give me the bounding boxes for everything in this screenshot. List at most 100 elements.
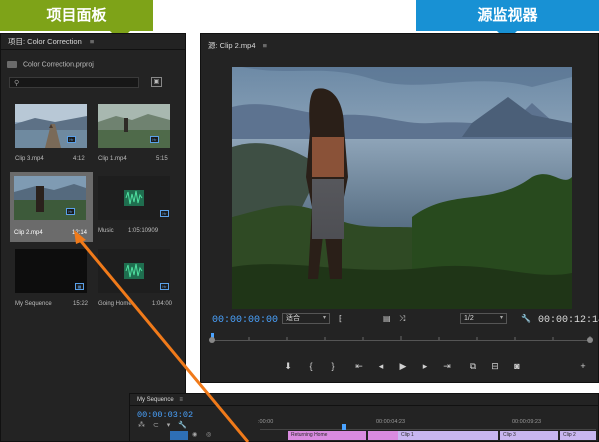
timeline-clip-clip-1[interactable]: Clip 1 (398, 431, 498, 440)
going-home-thumbnail: Hr (98, 249, 170, 293)
marker-region-icon[interactable]: ⁅ (339, 314, 342, 323)
scrub-track (211, 340, 591, 341)
panel-menu-icon[interactable]: ≡ (263, 41, 267, 50)
clip-1-thumbnail: Hr (98, 104, 170, 148)
clip-thumbnail-clip-2[interactable]: Hr Clip 2.mp4 12:14 (10, 172, 93, 242)
going-home-media-badge: Hr (160, 283, 169, 290)
insert-edit-icon[interactable]: ⤨ (399, 314, 405, 324)
out-point-handle[interactable] (587, 337, 593, 343)
new-bin-icon[interactable]: ▣ (151, 77, 162, 87)
my-sequence-duration: 15:22 (73, 301, 89, 307)
timeline-tools: ⁂ ⊂ ▾ 🔧 (138, 421, 187, 429)
clip-thumbnail-going-home[interactable]: Hr Going Home 1:04:00 (98, 249, 178, 311)
chevron-down-icon: ▾ (499, 315, 503, 321)
project-panel: 项目: Color Correction ≡ Color Correction.… (0, 33, 186, 442)
clip-3-name: Clip 3.mp4 (15, 156, 44, 162)
clip-2-media-badge: Hr (66, 208, 75, 215)
clip-thumbnail-music[interactable]: Hr Music 1:05:10909 (98, 176, 178, 238)
panel-menu-icon[interactable]: ≡ (179, 397, 183, 403)
eye-icon[interactable]: ◎ (206, 431, 211, 438)
timeline-timecode[interactable]: 00:00:03:02 (137, 410, 193, 420)
chevron-down-icon: ▾ (322, 315, 326, 321)
go-to-out-icon[interactable]: ⇥ (441, 360, 453, 372)
timeline-title: My Sequence (137, 397, 174, 403)
source-monitor-banner: 源监视器 (416, 0, 599, 41)
track-controls: ◉ ◎ (138, 431, 258, 440)
linked-selection-icon[interactable]: ⊂ (153, 422, 159, 429)
clip-3-thumbnail: Hr (15, 104, 87, 148)
source-monitor-panel: 源: Clip 2.mp4 ≡ 00:00:00:00 适合 ▾ ⁅ ▤ ⤨ 1… (200, 33, 599, 383)
add-marker-icon[interactable]: ▾ (167, 422, 171, 429)
project-panel-banner: 项目面板 (0, 0, 153, 41)
project-panel-title: 项目: Color Correction (8, 37, 82, 46)
project-panel-header: 项目: Color Correction ≡ (1, 34, 185, 50)
toggle-output-icon[interactable]: ◉ (192, 431, 197, 438)
music-duration: 1:05:10909 (128, 228, 159, 234)
my-sequence-name: My Sequence (15, 301, 52, 307)
export-frame-icon[interactable]: ◙ (511, 360, 523, 372)
clip-1-duration: 5:15 (156, 156, 168, 162)
music-media-badge: Hr (160, 210, 169, 217)
going-home-name: Going Home (98, 301, 132, 307)
timeline-panel: My Sequence ≡ 00:00:03:02 ⁂ ⊂ ▾ 🔧 :00:00… (129, 393, 599, 442)
add-marker-icon[interactable]: ⬇ (282, 360, 294, 372)
safe-margin-icon[interactable]: ▤ (383, 314, 391, 323)
timeline-ruler[interactable] (260, 426, 596, 430)
wrench-icon[interactable]: 🔧 (521, 314, 531, 323)
clip-1-media-badge: Hr (150, 136, 159, 143)
clip-3-duration: 4:12 (73, 156, 85, 162)
sequence-icon: ▦ (75, 283, 84, 290)
go-to-in-icon[interactable]: ⇤ (353, 360, 365, 372)
source-scrub-bar[interactable] (209, 333, 593, 348)
fit-zoom-value: 适合 (286, 315, 300, 322)
in-point-handle[interactable] (209, 337, 215, 343)
search-input[interactable]: ⚲ (9, 77, 139, 88)
source-duration-timecode: 00:00:12:14 (538, 315, 599, 326)
ruler-time-1: 00:00:04:23 (376, 419, 406, 425)
timeline-playhead[interactable] (342, 424, 346, 430)
timeline-clip-spacer[interactable] (368, 431, 398, 440)
fit-zoom-dropdown[interactable]: 适合 ▾ (282, 313, 330, 324)
clip-1-name: Clip 1.mp4 (98, 156, 127, 162)
panel-menu-icon[interactable]: ≡ (90, 37, 94, 46)
track-target-v1[interactable] (170, 431, 188, 440)
overwrite-icon[interactable]: ⊟ (489, 360, 501, 372)
play-icon[interactable]: ▶ (397, 360, 409, 372)
timeline-clip-returning-home[interactable]: Returning Home (288, 431, 366, 440)
timeline-clip-clip-2[interactable]: Clip 2 (560, 431, 596, 440)
ruler-time-0: :00:00 (258, 419, 274, 425)
source-monitor-title: 源: Clip 2.mp4 (208, 41, 256, 50)
clip-2-thumbnail: Hr (14, 176, 86, 220)
going-home-duration: 1:04:00 (152, 301, 173, 307)
clip-2-name: Clip 2.mp4 (14, 230, 43, 236)
search-icon: ⚲ (14, 80, 20, 87)
clip-2-duration: 12:14 (72, 230, 88, 236)
clip-thumbnail-clip-3[interactable]: Hr Clip 3.mp4 4:12 (15, 104, 95, 166)
folder-icon (7, 61, 17, 68)
clip-thumbnail-my-sequence[interactable]: ▦ My Sequence 15:22 (15, 249, 95, 311)
mark-in-icon[interactable]: { (305, 360, 317, 372)
snap-icon[interactable]: ⁂ (138, 422, 145, 429)
source-video-frame (232, 67, 572, 309)
project-file: Color Correction.prproj (7, 61, 94, 68)
insert-icon[interactable]: ⧉ (467, 360, 479, 372)
ruler-time-2: 00:00:09:23 (512, 419, 542, 425)
mark-out-icon[interactable]: } (327, 360, 339, 372)
my-sequence-thumbnail: ▦ (15, 249, 87, 293)
timeline-header: My Sequence ≡ (130, 394, 598, 406)
project-file-name: Color Correction.prproj (23, 61, 94, 69)
timeline-clip-clip-3[interactable]: Clip 3 (500, 431, 558, 440)
add-button-icon[interactable]: + (577, 360, 589, 372)
music-name: Music (98, 228, 114, 234)
step-back-icon[interactable]: ◂ (375, 360, 387, 372)
clip-3-media-badge: Hr (67, 136, 76, 143)
source-transport-controls: ⬇ { } ⇤ ◂ ▶ ▸ ⇥ ⧉ ⊟ ◙ + (271, 360, 591, 374)
music-thumbnail: Hr (98, 176, 170, 220)
source-current-timecode[interactable]: 00:00:00:00 (212, 315, 278, 326)
source-monitor-header: 源: Clip 2.mp4 ≡ (208, 40, 267, 51)
playback-resolution-dropdown[interactable]: 1/2 ▾ (460, 313, 507, 324)
step-forward-icon[interactable]: ▸ (419, 360, 431, 372)
clip-thumbnail-clip-1[interactable]: Hr Clip 1.mp4 5:15 (98, 104, 178, 166)
playback-resolution-value: 1/2 (464, 315, 474, 322)
wrench-icon[interactable]: 🔧 (178, 422, 187, 429)
